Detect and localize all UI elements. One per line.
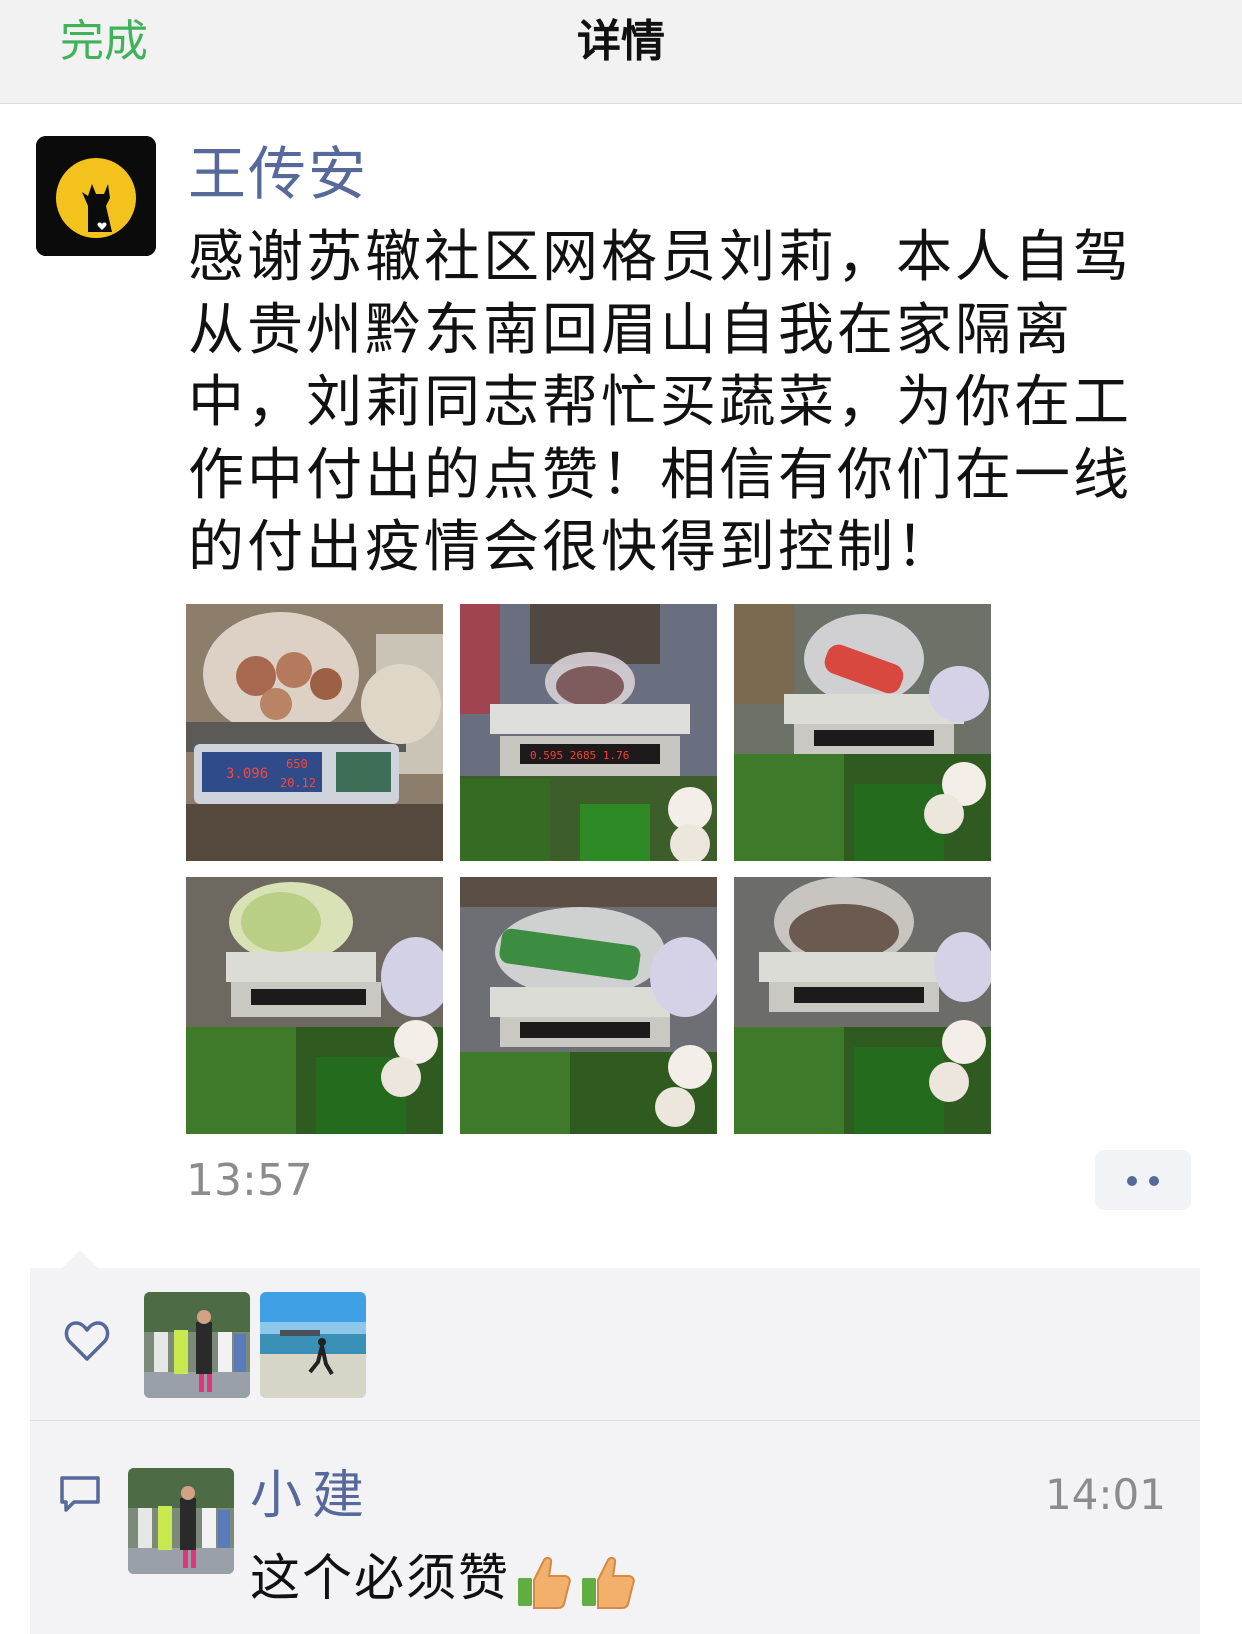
- author-name[interactable]: 王传安: [188, 138, 368, 210]
- divider: [30, 1420, 1200, 1421]
- navigation-bar: 完成 详情: [0, 0, 1242, 104]
- photo-vegetable-scale[interactable]: [460, 877, 717, 1134]
- likes-row: [30, 1268, 1200, 1420]
- moon-dog-avatar-icon: [36, 136, 156, 256]
- thumbs-up-icon: [582, 1556, 635, 1609]
- heart-outline-icon: [64, 1321, 110, 1361]
- page-title: 详情: [577, 16, 665, 67]
- commenter-avatar[interactable]: [128, 1468, 234, 1574]
- post-text: 感谢苏辙社区网格员刘莉，本人自驾从贵州黔东南回眉山自我在家隔离中，刘莉同志帮忙买…: [188, 225, 1132, 580]
- svg-text:3.096: 3.096: [226, 766, 268, 782]
- comment-text: 这个必须赞: [250, 1546, 638, 1612]
- post-time: 13:57: [186, 1155, 313, 1206]
- photo-vegetable-scale[interactable]: 3.096 650 20.12: [186, 604, 443, 861]
- commenter-name[interactable]: 小建: [250, 1464, 374, 1528]
- photo-vegetable-scale[interactable]: [734, 877, 991, 1134]
- dot-icon: [1127, 1176, 1137, 1186]
- comment-time: 14:01: [1044, 1470, 1166, 1519]
- svg-text:20.12: 20.12: [280, 776, 316, 790]
- panel-pointer: [62, 1250, 98, 1268]
- comment-bubble-icon: [60, 1476, 100, 1512]
- interaction-panel: 小建 14:01 这个必须赞: [30, 1268, 1200, 1634]
- photo-grid: 3.096 650 20.12 0.595 2685 1.76: [186, 604, 992, 1134]
- liker-avatar[interactable]: [144, 1292, 250, 1398]
- svg-text:650: 650: [286, 757, 308, 771]
- author-avatar[interactable]: [36, 136, 156, 256]
- photo-vegetable-scale[interactable]: [734, 604, 991, 861]
- liker-avatar[interactable]: [260, 1292, 366, 1398]
- svg-text:0.595 2685 1.76: 0.595 2685 1.76: [530, 749, 629, 762]
- comment-text-content: 这个必须赞: [250, 1549, 510, 1607]
- dot-icon: [1149, 1176, 1159, 1186]
- thumbs-up-icon: [518, 1556, 571, 1609]
- photo-vegetable-scale[interactable]: 0.595 2685 1.76: [460, 604, 717, 861]
- photo-vegetable-scale[interactable]: [186, 877, 443, 1134]
- more-actions-button[interactable]: [1095, 1150, 1191, 1210]
